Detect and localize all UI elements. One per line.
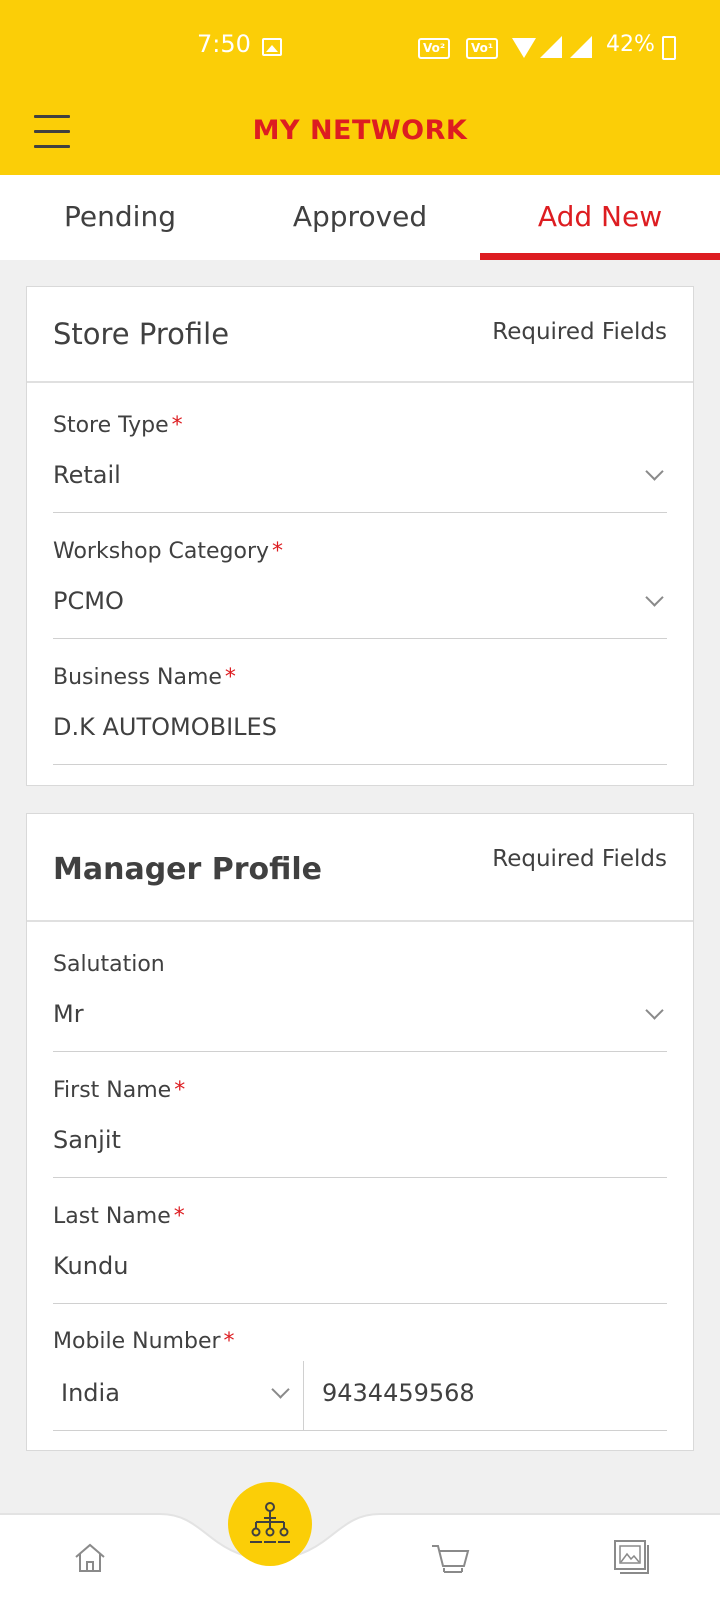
store-type-label: Store Type *	[53, 413, 183, 438]
volte-wifi-badge: Vo²	[418, 38, 451, 59]
chevron-down-icon	[271, 1380, 290, 1399]
first-name-label: First Name *	[53, 1078, 186, 1103]
chevron-down-icon	[645, 462, 664, 481]
workshop-category-value: PCMO	[53, 587, 124, 615]
chevron-down-icon	[645, 588, 664, 607]
home-icon[interactable]	[72, 1541, 108, 1575]
mobile-number-value: 9434459568	[322, 1379, 475, 1407]
required-fields-note: Required Fields	[492, 846, 667, 872]
wifi-icon	[512, 38, 536, 58]
network-icon	[250, 1502, 290, 1543]
tab-approved[interactable]: Approved	[240, 175, 480, 260]
required-fields-note: Required Fields	[492, 319, 667, 345]
battery-icon	[662, 36, 676, 60]
salutation-value: Mr	[53, 1000, 84, 1028]
salutation-label: Salutation	[53, 952, 165, 977]
image-notification-icon	[262, 38, 282, 56]
manager-profile-title: Manager Profile	[53, 852, 323, 887]
tab-bar: Pending Approved Add New	[0, 175, 720, 260]
store-type-select[interactable]: Store Type * Retail	[53, 413, 667, 513]
store-type-value: Retail	[53, 461, 121, 489]
volte-lte-badge: Vo¹	[466, 38, 499, 59]
page-title: MY NETWORK	[252, 115, 468, 146]
country-select[interactable]: India	[53, 1361, 303, 1430]
business-name-value: D.K AUTOMOBILES	[53, 713, 277, 741]
country-value: India	[61, 1379, 120, 1407]
first-name-value: Sanjit	[53, 1126, 121, 1154]
mobile-number-input[interactable]: 9434459568	[304, 1361, 667, 1430]
bottom-navigation	[0, 1513, 720, 1600]
last-name-label: Last Name *	[53, 1204, 185, 1229]
tab-add-new[interactable]: Add New	[480, 175, 720, 260]
salutation-select[interactable]: Salutation Mr	[53, 952, 667, 1052]
network-button[interactable]	[228, 1482, 312, 1566]
gallery-icon[interactable]	[612, 1536, 652, 1576]
app-bar: MY NETWORK	[0, 95, 720, 175]
manager-profile-header: Manager Profile Required Fields	[27, 814, 693, 922]
mobile-number-label: Mobile Number *	[53, 1329, 235, 1354]
signal-icon	[570, 36, 592, 58]
last-name-value: Kundu	[53, 1252, 129, 1280]
workshop-category-select[interactable]: Workshop Category * PCMO	[53, 539, 667, 639]
store-profile-header: Store Profile Required Fields	[27, 287, 693, 383]
chevron-down-icon	[645, 1001, 664, 1020]
workshop-category-label: Workshop Category *	[53, 539, 284, 564]
last-name-field[interactable]: Last Name * Kundu	[53, 1204, 667, 1304]
business-name-field[interactable]: Business Name * D.K AUTOMOBILES	[53, 665, 667, 765]
signal-icon	[540, 36, 562, 58]
cart-icon[interactable]	[430, 1538, 472, 1578]
business-name-label: Business Name *	[53, 665, 236, 690]
active-tab-indicator	[480, 253, 720, 260]
status-time: 7:50	[197, 30, 251, 58]
status-bar: 7:50 Vo² Vo¹ 42%	[0, 0, 720, 95]
store-profile-title: Store Profile	[53, 317, 230, 351]
tab-pending[interactable]: Pending	[0, 175, 240, 260]
manager-profile-card: Manager Profile Required Fields Salutati…	[26, 813, 694, 1451]
store-profile-card: Store Profile Required Fields Store Type…	[26, 286, 694, 786]
first-name-field[interactable]: First Name * Sanjit	[53, 1078, 667, 1178]
battery-percent: 42%	[606, 32, 655, 57]
mobile-number-group: Mobile Number * India 9434459568	[53, 1329, 667, 1431]
